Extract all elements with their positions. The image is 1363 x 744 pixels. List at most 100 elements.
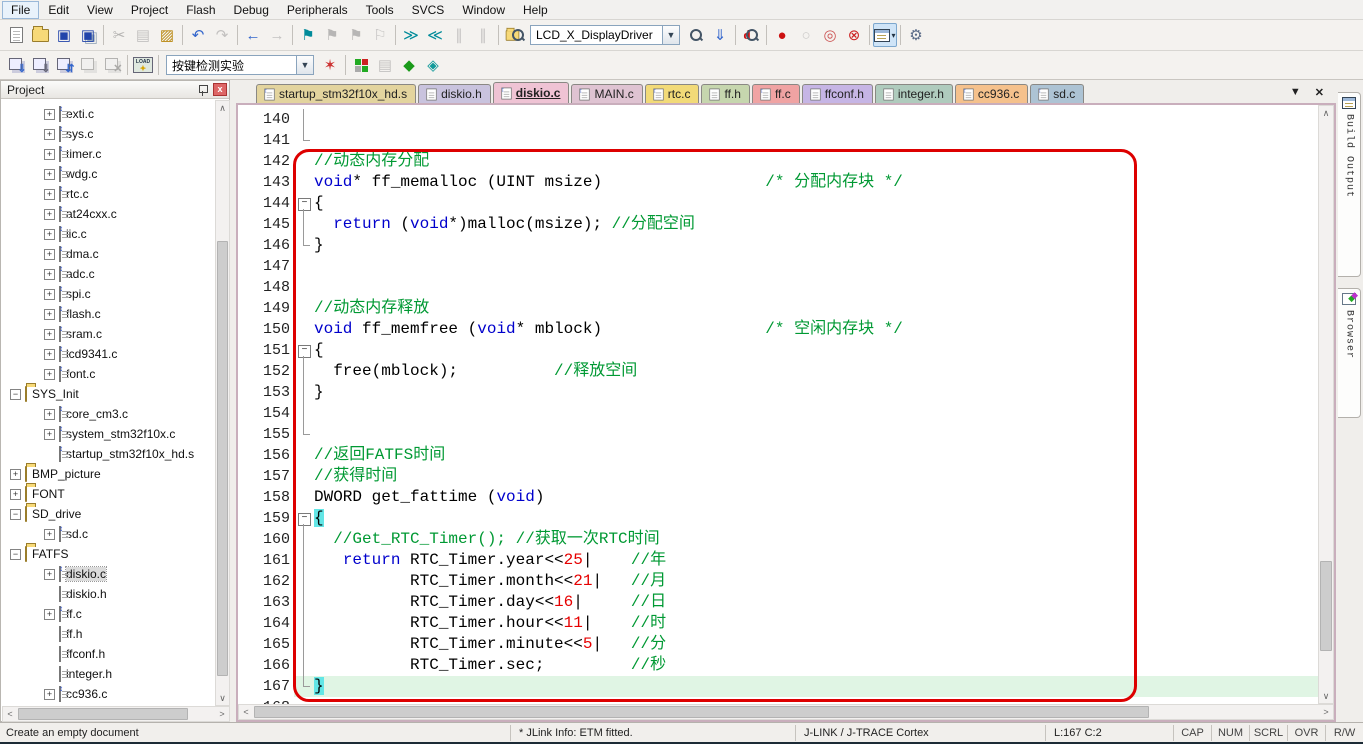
options-for-target-button[interactable]: ✶ [318,53,342,77]
editor-vscrollbar[interactable]: ∧ ∨ [1318,105,1334,704]
project-tree-hscrollbar[interactable]: < > [2,706,230,722]
insert-bookmark-button[interactable]: ⚑ [296,23,320,47]
insert-breakpoint-button[interactable]: ● [770,23,794,47]
tree-item-sram-c[interactable]: +sram.c [2,324,215,344]
rebuild-all-button[interactable] [52,53,76,77]
tree-expander-icon[interactable]: + [44,349,55,360]
scrollbar-thumb[interactable] [217,241,228,676]
scroll-up-icon[interactable]: ∧ [216,101,229,115]
chevron-down-icon[interactable]: ▼ [296,56,313,74]
tree-item-bmp_picture[interactable]: +BMP_picture [2,464,215,484]
menu-file[interactable]: File [2,1,39,19]
paste-button[interactable]: ▨ [155,23,179,47]
tree-expander-icon[interactable]: + [44,369,55,380]
configure-tools-button[interactable]: ⚙ [904,23,928,47]
menu-svcs[interactable]: SVCS [403,1,454,19]
find-in-files-button[interactable] [502,23,526,47]
tab-rtc-c[interactable]: rtc.c [645,84,700,103]
manage-rte-button[interactable] [349,53,373,77]
indent-button[interactable]: ≫ [399,23,423,47]
tree-expander-icon[interactable]: + [44,229,55,240]
tab-diskio-c[interactable]: diskio.c [493,82,570,103]
fold-margin[interactable] [294,340,314,361]
tree-expander-icon[interactable]: + [10,489,21,500]
menu-edit[interactable]: Edit [39,1,78,19]
scrollbar-thumb[interactable] [1320,561,1332,651]
tree-item-flash-c[interactable]: +flash.c [2,304,215,324]
pin-icon[interactable] [197,84,209,96]
menu-flash[interactable]: Flash [177,1,224,19]
tree-expander-icon[interactable]: + [44,529,55,540]
open-file-button[interactable] [28,23,52,47]
scroll-down-icon[interactable]: ∨ [1319,689,1333,703]
menu-window[interactable]: Window [453,1,514,19]
download-flash-button[interactable]: LOAD [131,53,155,77]
tree-expander-icon[interactable]: + [44,209,55,220]
tree-item-at24cxx-c[interactable]: +at24cxx.c [2,204,215,224]
tree-expander-icon[interactable]: + [44,269,55,280]
dropdown-caret-icon[interactable]: ▾ [891,31,895,40]
tab-list-dropdown-icon[interactable]: ▼ [1290,86,1301,99]
tree-expander-icon[interactable]: + [44,109,55,120]
menu-peripherals[interactable]: Peripherals [278,1,357,19]
tree-item-lcd9341-c[interactable]: +lcd9341.c [2,344,215,364]
scroll-left-icon[interactable]: < [239,705,253,719]
tab-diskio-h[interactable]: diskio.h [418,84,491,103]
tree-item-cc936-c[interactable]: +cc936.c [2,684,215,704]
pack-installer-button[interactable]: ◆ [397,53,421,77]
code-editor[interactable]: 140141142//动态内存分配143void* ff_memalloc (U… [238,105,1318,704]
tree-item-wdg-c[interactable]: +wdg.c [2,164,215,184]
fold-margin[interactable] [294,193,314,214]
tree-item-sys_init[interactable]: −SYS_Init [2,384,215,404]
tree-item-diskio-h[interactable]: diskio.h [2,584,215,604]
build-button[interactable] [28,53,52,77]
tree-item-sd-c[interactable]: +sd.c [2,524,215,544]
menu-tools[interactable]: Tools [357,1,403,19]
tree-expander-icon[interactable]: − [10,549,21,560]
close-document-icon[interactable]: ✕ [1315,86,1324,99]
tab-browser[interactable]: Browser [1338,288,1361,418]
scroll-right-icon[interactable]: > [215,707,229,721]
start-stop-debug-button[interactable]: d [739,23,763,47]
tree-item-timer-c[interactable]: +timer.c [2,144,215,164]
scroll-up-icon[interactable]: ∧ [1319,106,1333,120]
tree-expander-icon[interactable]: + [44,409,55,420]
navigate-back-button[interactable]: ← [241,23,265,47]
tree-expander-icon[interactable]: + [44,329,55,340]
tree-item-spi-c[interactable]: +spi.c [2,284,215,304]
scroll-left-icon[interactable]: < [3,707,17,721]
tab-main-c[interactable]: MAIN.c [571,84,642,103]
save-all-button[interactable]: ▣ [76,23,100,47]
disable-all-breakpoints-button[interactable]: ◎ [818,23,842,47]
tree-item-fatfs[interactable]: −FATFS [2,544,215,564]
tree-item-diskio-c[interactable]: +diskio.c [2,564,215,584]
target-combo[interactable]: 按键检测实验▼ [166,55,314,75]
tree-item-integer-h[interactable]: integer.h [2,664,215,684]
tab-ffconf-h[interactable]: ffconf.h [802,84,873,103]
tree-expander-icon[interactable]: + [44,429,55,440]
incremental-find-button[interactable]: ⇓ [708,23,732,47]
tab-cc936-c[interactable]: cc936.c [955,84,1028,103]
tree-item-sys-c[interactable]: +sys.c [2,124,215,144]
outdent-button[interactable]: ≪ [423,23,447,47]
tree-expander-icon[interactable]: + [44,689,55,700]
tab-build-output[interactable]: Build Output [1338,92,1361,277]
window-layout-button[interactable]: ▾ [873,23,897,47]
tree-item-sd_drive[interactable]: −SD_drive [2,504,215,524]
tree-expander-icon[interactable]: − [10,509,21,520]
tree-expander-icon[interactable]: + [44,149,55,160]
tree-expander-icon[interactable]: + [44,169,55,180]
tree-expander-icon[interactable]: + [44,609,55,620]
find-button[interactable] [684,23,708,47]
tree-item-ff-c[interactable]: +ff.c [2,604,215,624]
scroll-right-icon[interactable]: > [1319,705,1333,719]
menu-project[interactable]: Project [122,1,177,19]
menu-debug[interactable]: Debug [225,1,278,19]
close-icon[interactable]: x [213,83,227,96]
tree-item-core_cm3-c[interactable]: +core_cm3.c [2,404,215,424]
scrollbar-thumb[interactable] [18,708,188,720]
tree-expander-icon[interactable]: − [10,389,21,400]
tree-expander-icon[interactable]: + [44,189,55,200]
menu-view[interactable]: View [78,1,122,19]
menu-help[interactable]: Help [514,1,557,19]
